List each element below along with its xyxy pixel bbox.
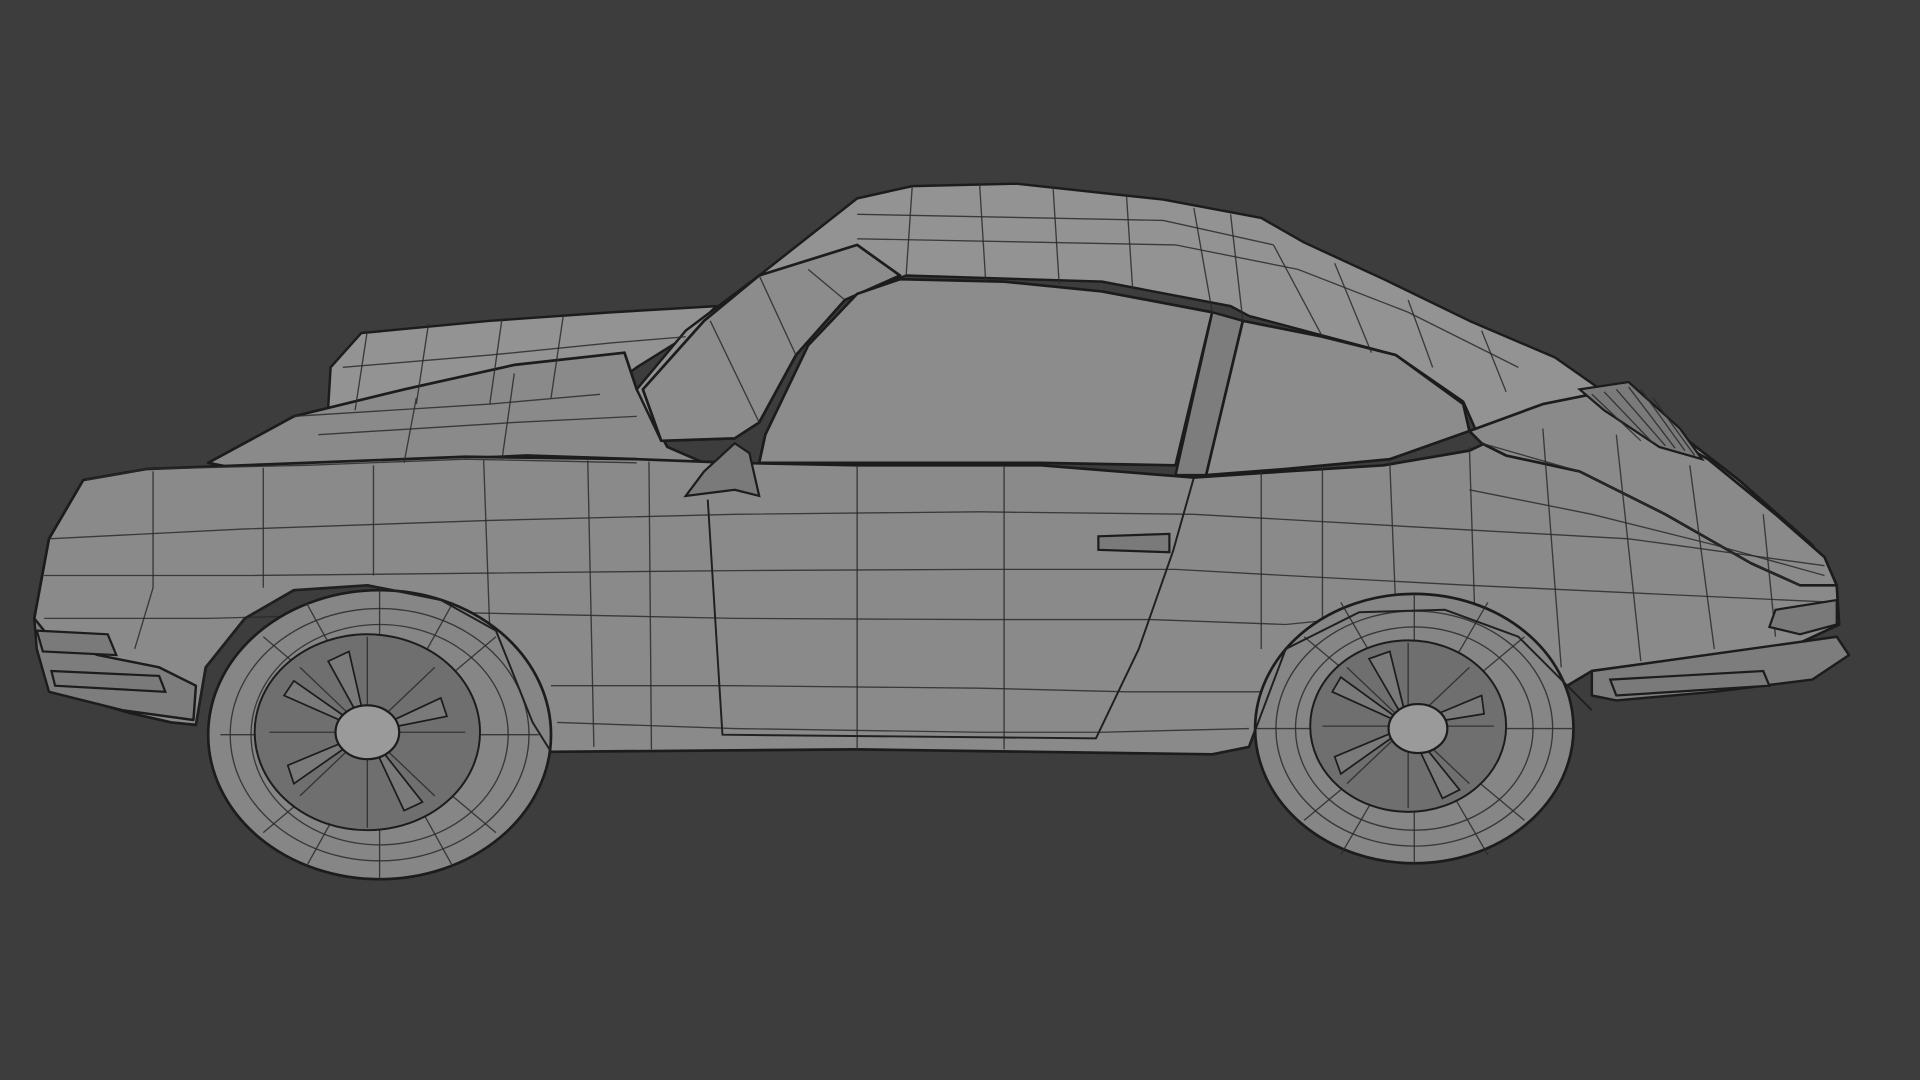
front-wheel[interactable]: [206, 588, 553, 881]
car-model[interactable]: [0, 0, 1920, 1080]
3d-viewport[interactable]: [0, 0, 1920, 1080]
front-headlight-strip: [35, 629, 119, 657]
front-hub-cap: [334, 704, 401, 761]
rear-hub-cap: [1387, 702, 1449, 755]
door-handle[interactable]: [1097, 532, 1171, 554]
rear-wheel[interactable]: [1253, 592, 1575, 865]
